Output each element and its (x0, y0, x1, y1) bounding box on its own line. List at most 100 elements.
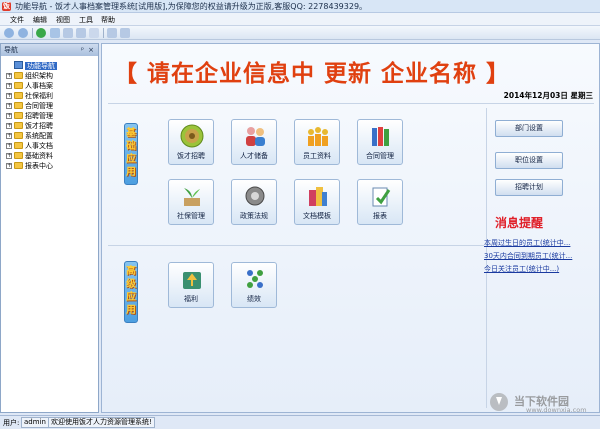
tree-item-label: 饭才招聘 (25, 122, 53, 130)
back-icon[interactable] (4, 28, 14, 38)
tile-performance[interactable]: 绩效 (231, 262, 277, 308)
performance-icon (247, 270, 263, 288)
close-icon[interactable]: × (88, 44, 94, 56)
expand-icon[interactable]: + (6, 83, 12, 89)
toolbar-separator (32, 28, 33, 38)
tree-item-label: 招聘管理 (25, 112, 53, 120)
tree-item-root[interactable]: 功能导航 (1, 61, 98, 71)
folder-icon (14, 152, 23, 159)
menu-view[interactable]: 视图 (56, 15, 70, 25)
tree-item-recruit-mgmt[interactable]: + 招聘管理 (1, 111, 98, 121)
section-label-advanced: 高 级 应 用 (124, 261, 138, 323)
recruit-plan-button[interactable]: 招聘计划 (495, 179, 563, 196)
tile-reports[interactable]: 报表 (357, 179, 403, 225)
section-label-char: 应 (126, 154, 136, 165)
tree-item-fancai-recruit[interactable]: + 饭才招聘 (1, 121, 98, 131)
tree-item-label: 人事文档 (25, 142, 53, 150)
menu-bar: 文件 编辑 视图 工具 帮助 (0, 13, 600, 26)
section-label-char: 用 (126, 305, 136, 316)
tree-item-label: 社保福利 (25, 92, 53, 100)
section-label-char: 级 (126, 279, 136, 290)
tile-label: 福利 (184, 295, 198, 303)
tile-label: 政策法规 (240, 212, 268, 220)
expand-icon[interactable]: + (6, 133, 12, 139)
tile-contract-mgmt[interactable]: 合同管理 (357, 119, 403, 165)
watched-employees-link[interactable]: 今日关注员工(统计中...) (484, 264, 559, 274)
nav-tree: 功能导航 + 组织架构 + 人事档案 + 社保福利 + 合同管理 + 招聘管理 + 饭才招聘… (1, 56, 98, 171)
expand-icon[interactable]: + (6, 143, 12, 149)
company-name-banner[interactable]: 【 请在企业信息中 更新 企业名称 】 (114, 54, 534, 87)
books-icon (372, 127, 389, 146)
expand-icon[interactable]: + (6, 163, 12, 169)
tile-doc-templates[interactable]: 文档模板 (294, 179, 340, 225)
expand-icon[interactable]: + (6, 113, 12, 119)
tree-item-sysconfig[interactable]: + 系统配置 (1, 131, 98, 141)
settings-icon[interactable] (107, 28, 117, 38)
tree-item-contracts[interactable]: + 合同管理 (1, 101, 98, 111)
tree-item-hrdocs[interactable]: + 人事文档 (1, 141, 98, 151)
divider (108, 245, 484, 246)
menu-tools[interactable]: 工具 (79, 15, 93, 25)
folder-icon (14, 142, 23, 149)
tile-social-security[interactable]: 社保管理 (168, 179, 214, 225)
menu-file[interactable]: 文件 (10, 15, 24, 25)
tree-item-archives[interactable]: + 人事档案 (1, 81, 98, 91)
tile-employee-data[interactable]: 员工资料 (294, 119, 340, 165)
tree-item-basedata[interactable]: + 基础资料 (1, 151, 98, 161)
tile-label: 社保管理 (177, 212, 205, 220)
watermark-url: www.downxia.com (526, 406, 587, 414)
report-icon (372, 187, 391, 207)
expand-icon[interactable]: + (6, 153, 12, 159)
tree-item-label: 人事档案 (25, 82, 53, 90)
tree-item-label: 组织架构 (25, 72, 53, 80)
nav-panel: 导航 ᵖ × 功能导航 + 组织架构 + 人事档案 + 社保福利 + 合同管理 + 招聘管… (0, 43, 99, 413)
section-label-char: 础 (126, 141, 136, 152)
tile-policies[interactable]: 政策法规 (231, 179, 277, 225)
toolbar-separator (103, 28, 104, 38)
refresh-icon[interactable] (36, 28, 46, 38)
menu-help[interactable]: 帮助 (101, 15, 115, 25)
expand-icon[interactable]: + (6, 103, 12, 109)
gear-icon (245, 186, 265, 206)
watermark: 当下软件园 www.downxia.com (490, 393, 598, 415)
pin-icon[interactable]: ᵖ (81, 44, 84, 56)
username: admin (21, 417, 49, 428)
contract-expiry-link[interactable]: 30天内合同到期员工(统计... (484, 251, 572, 261)
document-icon (309, 187, 327, 206)
folder-icon (14, 72, 23, 79)
dept-settings-button[interactable]: 部门设置 (495, 120, 563, 137)
title-bar: 饭 功能导航 - 饭才人事档案管理系统[试用版],为保障您的权益请升级为正版,客… (0, 0, 600, 13)
help-icon[interactable] (89, 28, 99, 38)
expand-icon[interactable]: + (6, 93, 12, 99)
tile-talent-pool[interactable]: 人才储备 (231, 119, 277, 165)
status-bar: 用户: admin 欢迎使用饭才人力资源管理系统! (0, 415, 600, 429)
folder-icon (14, 122, 23, 129)
position-settings-button[interactable]: 职位设置 (495, 152, 563, 169)
birthday-link[interactable]: 本周过生日的员工(统计中... (484, 238, 570, 248)
print-icon[interactable] (50, 28, 60, 38)
tile-label: 饭才招聘 (177, 152, 205, 160)
exit-icon[interactable] (120, 28, 130, 38)
download-icon (490, 393, 508, 411)
window-title: 功能导航 - 饭才人事档案管理系统[试用版],为保障您的权益请升级为正版,客服Q… (15, 2, 368, 11)
divider (108, 103, 594, 104)
section-label-char: 基 (126, 128, 136, 139)
menu-edit[interactable]: 编辑 (33, 15, 47, 25)
tile-welfare[interactable]: 福利 (168, 262, 214, 308)
section-label-basic: 基 础 应 用 (124, 123, 138, 185)
window-icon[interactable] (63, 28, 73, 38)
tile-label: 报表 (373, 212, 387, 220)
tree-item-org[interactable]: + 组织架构 (1, 71, 98, 81)
tile-label: 员工资料 (303, 152, 331, 160)
expand-icon[interactable]: + (6, 123, 12, 129)
tool-icon[interactable] (76, 28, 86, 38)
expand-icon[interactable]: + (6, 73, 12, 79)
tile-label: 人才储备 (240, 152, 268, 160)
nav-header: 导航 ᵖ × (1, 44, 98, 56)
tree-item-welfare[interactable]: + 社保福利 (1, 91, 98, 101)
forward-icon[interactable] (18, 28, 28, 38)
tile-fancai-recruit[interactable]: 饭才招聘 (168, 119, 214, 165)
tree-item-reports[interactable]: + 报表中心 (1, 161, 98, 171)
tree-item-label: 基础资料 (25, 152, 53, 160)
tree-item-label: 报表中心 (25, 162, 53, 170)
